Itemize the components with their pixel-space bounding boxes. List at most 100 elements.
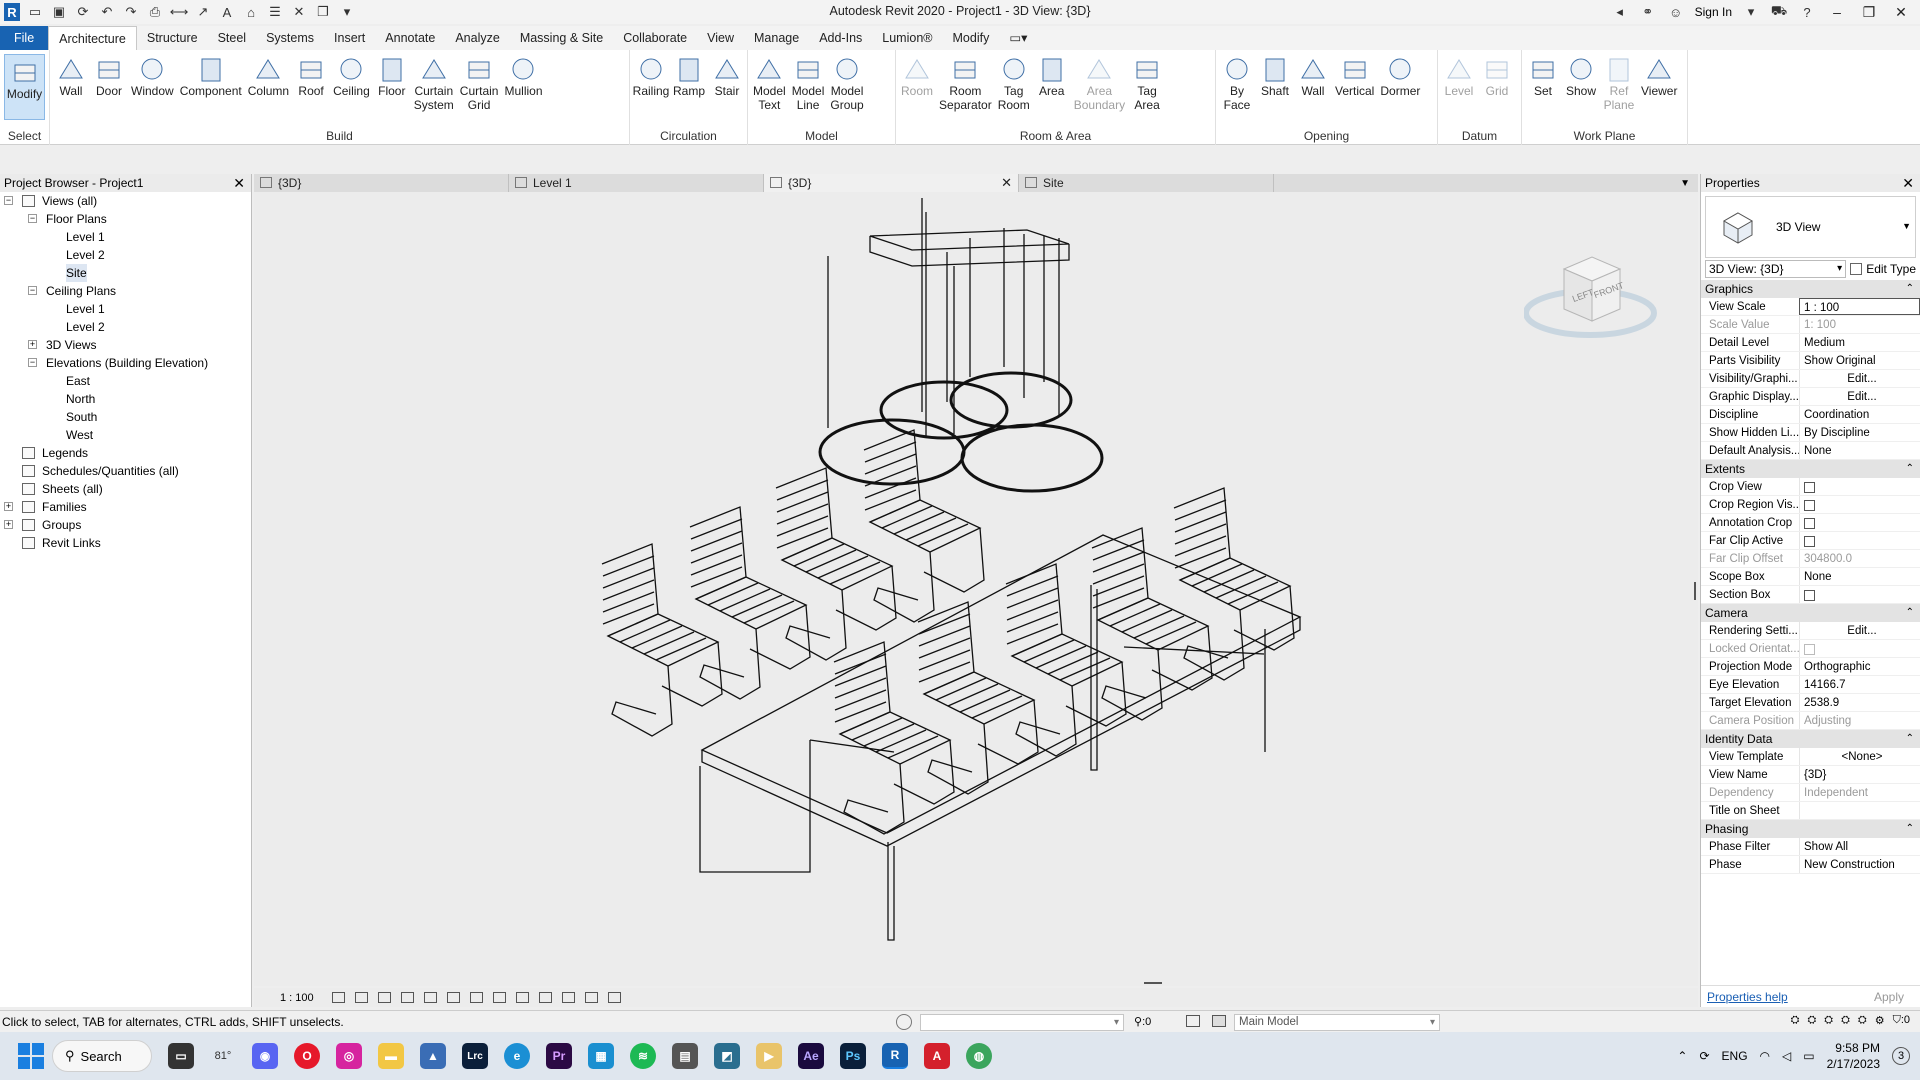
taskbar-search[interactable]: ⚲ Search [52, 1040, 152, 1072]
spotify-icon[interactable]: ≋ [630, 1043, 656, 1069]
collapse-icon[interactable]: − [28, 286, 37, 295]
chair-backrest-slat[interactable] [776, 491, 829, 513]
chair-frame[interactable] [1233, 585, 1295, 651]
ribbon-tab-view[interactable]: View [697, 26, 744, 50]
sign-in-link[interactable]: Sign In [1695, 5, 1732, 19]
edit-type-icon[interactable] [1850, 263, 1863, 275]
browser-item[interactable]: Legends [0, 444, 251, 462]
calculator-icon[interactable]: ▦ [588, 1043, 614, 1069]
chair-seat-slat[interactable] [1145, 621, 1197, 645]
splitter-handle-bottom[interactable] [1144, 982, 1162, 984]
chair-backrest-slat[interactable] [1006, 575, 1059, 597]
lock-view-icon[interactable] [492, 992, 506, 1003]
chair-seat-slat[interactable] [731, 594, 783, 618]
chair-frame[interactable] [977, 699, 1039, 765]
checkbox[interactable] [1804, 500, 1815, 511]
chair-backrest-slat[interactable] [1174, 523, 1227, 545]
browser-item[interactable]: Revit Links [0, 534, 251, 552]
3d-model-view[interactable] [254, 192, 1698, 986]
ribbon-tab-insert[interactable]: Insert [324, 26, 375, 50]
user-icon[interactable]: ☺ [1667, 3, 1685, 21]
browser-item[interactable]: − Elevations (Building Elevation) [0, 354, 251, 372]
instagram-icon[interactable]: ◎ [336, 1043, 362, 1069]
view-selector-dropdown[interactable]: 3D View: {3D} [1705, 260, 1847, 278]
print-icon[interactable]: ⎙ [146, 3, 164, 21]
chair-backrest-slat[interactable] [1174, 499, 1227, 521]
property-category[interactable]: Camera ⌃ [1701, 604, 1920, 622]
chair-backrest-slat[interactable] [602, 603, 655, 625]
chair-backrest-slat[interactable] [918, 613, 971, 635]
chair-backrest-slat[interactable] [776, 527, 829, 549]
chair-seat-slat[interactable] [719, 588, 771, 612]
checkbox[interactable] [1804, 536, 1815, 547]
select-underlay-icon[interactable]: ⛭ [1807, 1014, 1816, 1027]
chair-frame[interactable] [843, 763, 905, 835]
ribbon-tab-manage[interactable]: Manage [744, 26, 809, 50]
browser-item[interactable]: Level 2 [0, 318, 251, 336]
properties-help-link[interactable]: Properties help [1707, 990, 1788, 1004]
browser-item[interactable]: South [0, 408, 251, 426]
chair-backrest-slat[interactable] [690, 566, 743, 588]
chair-seat-slat[interactable] [1121, 609, 1173, 633]
browser-item[interactable]: Level 2 [0, 246, 251, 264]
chair-backrest-slat[interactable] [1174, 535, 1227, 557]
property-value[interactable]: By Discipline [1799, 424, 1920, 441]
customize-qat-icon[interactable]: ▾ [338, 3, 356, 21]
close-hidden-icon[interactable]: ✕ [290, 3, 308, 21]
doc-tab[interactable]: Site [1019, 174, 1274, 192]
chair-backrest-slat[interactable] [602, 579, 655, 601]
chair-seat-slat[interactable] [851, 717, 903, 741]
property-value[interactable]: Show All [1799, 838, 1920, 855]
chair-frame[interactable] [1183, 609, 1245, 681]
ribbon-tab-file[interactable]: File [0, 26, 49, 50]
collapse-icon[interactable]: ⌃ [1906, 604, 1914, 622]
visual-style-icon[interactable] [354, 992, 368, 1003]
chair-seat-slat[interactable] [655, 637, 707, 661]
expand-icon[interactable]: + [4, 502, 13, 511]
chair-backrest-slat[interactable] [690, 518, 743, 540]
chair-backrest-slat[interactable] [1092, 563, 1145, 585]
volume-icon[interactable]: ◁ [1782, 1049, 1791, 1063]
chair-seat-slat[interactable] [643, 631, 695, 655]
notifications-badge[interactable]: 3 [1892, 1047, 1910, 1065]
chair-seat-slat[interactable] [1023, 639, 1075, 663]
chair-seat-slat[interactable] [1059, 657, 1111, 681]
ribbon-tab-massing-site[interactable]: Massing & Site [510, 26, 613, 50]
chair-backrest-slat[interactable] [1006, 611, 1059, 633]
after-effects-icon[interactable]: Ae [798, 1043, 824, 1069]
chair-backrest-slat[interactable] [1174, 511, 1227, 533]
ribbon-tab-analyze[interactable]: Analyze [445, 26, 509, 50]
restore-button[interactable]: ❐ [1858, 4, 1880, 21]
chair-backrest-slat[interactable] [1006, 599, 1059, 621]
property-value[interactable]: {3D} [1799, 766, 1920, 783]
property-value[interactable]: Edit... [1799, 388, 1920, 405]
hide-isolate-icon[interactable] [515, 992, 529, 1003]
doc-tab[interactable]: {3D} ✕ [764, 174, 1019, 192]
chair-seat-slat[interactable] [959, 689, 1011, 713]
property-value[interactable]: 1 : 100 [1799, 298, 1920, 315]
ribbon-tab-add-ins[interactable]: Add-Ins [809, 26, 872, 50]
view-scale[interactable]: 1 : 100 [280, 992, 314, 1004]
sun-path-icon[interactable] [377, 992, 391, 1003]
property-value[interactable]: Show Original [1799, 352, 1920, 369]
worksets-icon[interactable] [896, 1014, 912, 1030]
photoshop-icon[interactable]: Ps [840, 1043, 866, 1069]
collapse-icon[interactable]: − [4, 196, 13, 205]
chair-backrest-slat[interactable] [1174, 547, 1227, 569]
redo-icon[interactable]: ↷ [122, 3, 140, 21]
select-by-face-icon[interactable]: ⛭ [1841, 1014, 1850, 1027]
browser-item[interactable]: Level 1 [0, 228, 251, 246]
chevron-down-icon[interactable]: ▼ [1902, 221, 1911, 231]
chair-backrest-slat[interactable] [864, 441, 917, 463]
chair-backrest-slat[interactable] [834, 701, 887, 723]
property-value[interactable]: 2538.9 [1799, 694, 1920, 711]
undo-icon[interactable]: ↶ [98, 3, 116, 21]
chair-backrest-slat[interactable] [834, 689, 887, 711]
chair-backrest-slat[interactable] [1092, 539, 1145, 561]
property-category[interactable]: Graphics ⌃ [1701, 280, 1920, 298]
chair-backrest-slat[interactable] [864, 453, 917, 475]
photos-icon[interactable]: ▲ [420, 1043, 446, 1069]
sync-icon[interactable]: ⟳ [74, 3, 92, 21]
chair-backrest-slat[interactable] [602, 567, 655, 589]
chair-backrest-slat[interactable] [864, 477, 917, 499]
